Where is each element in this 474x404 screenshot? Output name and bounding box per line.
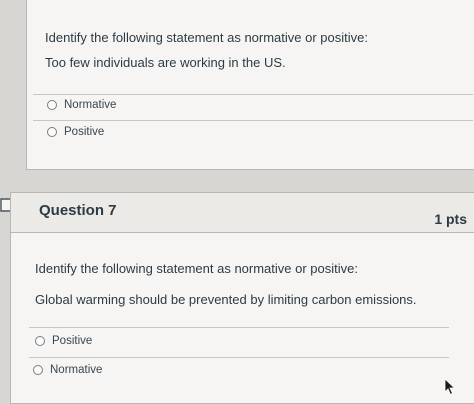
question-statement: Too few individuals are working in the U… [45, 55, 286, 70]
answer-label: Positive [52, 335, 93, 347]
answers-divider [29, 327, 449, 328]
radio-button[interactable] [47, 127, 57, 137]
question-card: Question 7 1 pts Identify the following … [10, 192, 474, 404]
mouse-pointer-icon [444, 378, 456, 396]
previous-question-card: Identify the following statement as norm… [26, 0, 474, 170]
answer-option-positive[interactable]: Positive [35, 335, 92, 347]
answer-label: Normative [64, 99, 117, 111]
answer-option-normative[interactable]: Normative [33, 364, 102, 376]
answers-divider [29, 357, 449, 358]
answer-label: Normative [50, 364, 103, 376]
answers-divider [33, 120, 473, 121]
answer-option-normative[interactable]: Normative [47, 99, 116, 111]
answers-divider [33, 94, 473, 95]
radio-button[interactable] [33, 365, 43, 375]
question-title: Question 7 [39, 202, 117, 219]
radio-button[interactable] [35, 336, 45, 346]
question-header: Question 7 1 pts [11, 193, 474, 233]
question-prompt: Identify the following statement as norm… [45, 30, 368, 45]
question-prompt: Identify the following statement as norm… [35, 261, 358, 276]
question-statement: Global warming should be prevented by li… [35, 292, 417, 307]
answer-option-positive[interactable]: Positive [47, 126, 104, 138]
radio-button[interactable] [47, 100, 57, 110]
answer-label: Positive [64, 126, 105, 138]
question-points: 1 pts [434, 211, 467, 227]
